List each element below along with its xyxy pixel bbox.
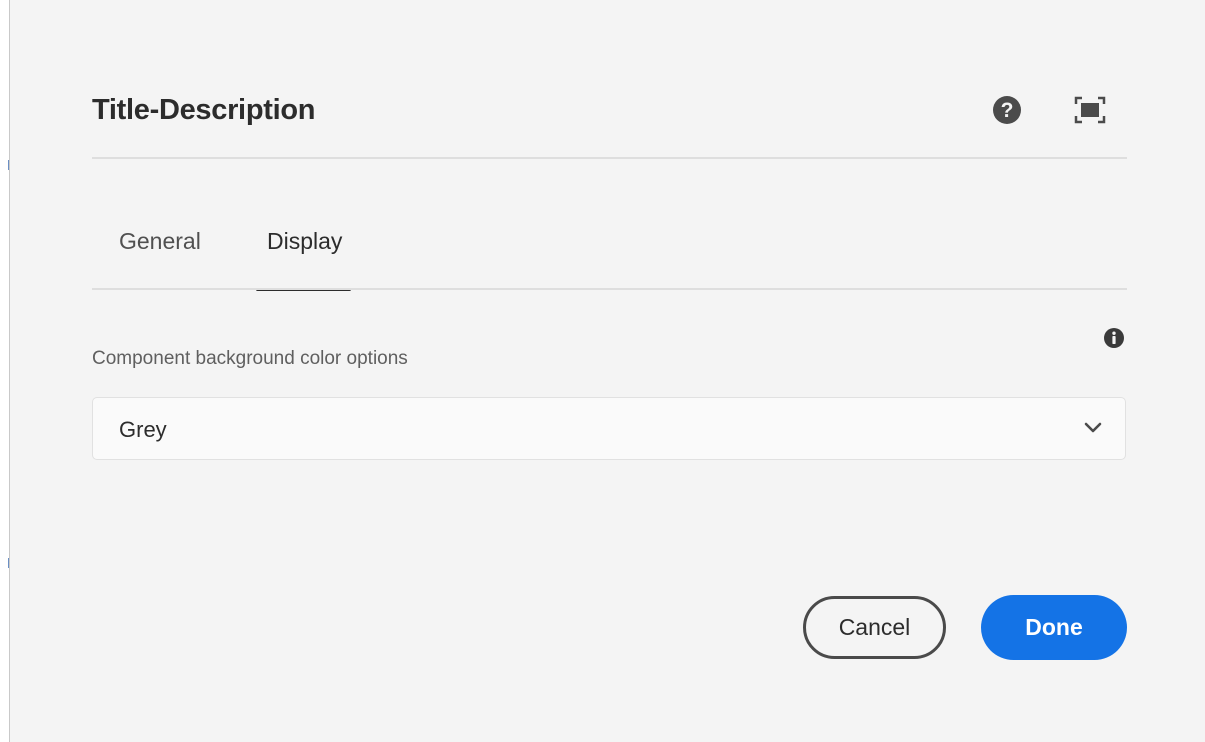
tabs-divider [92, 288, 1127, 290]
fullscreen-button[interactable] [1074, 95, 1106, 125]
info-button[interactable] [1103, 327, 1125, 349]
tab-general[interactable]: General [119, 228, 201, 255]
dialog-header: Title-Description ? [92, 80, 1127, 140]
background-color-label: Component background color options [92, 348, 408, 369]
chevron-down-icon [1084, 422, 1102, 433]
background-color-select[interactable]: Grey [92, 397, 1126, 460]
svg-text:?: ? [1001, 99, 1014, 122]
cancel-button[interactable]: Cancel [803, 596, 946, 659]
dialog: Title-Description ? General Display Comp… [9, 0, 1205, 742]
help-circle-icon: ? [993, 96, 1021, 124]
select-value: Grey [119, 417, 167, 442]
tab-display[interactable]: Display [267, 228, 342, 255]
help-button[interactable]: ? [992, 95, 1022, 125]
done-button[interactable]: Done [981, 595, 1127, 660]
dialog-title: Title-Description [92, 94, 316, 126]
fullscreen-icon [1074, 96, 1106, 124]
tab-list: General Display [92, 218, 1127, 292]
info-icon [1104, 328, 1124, 348]
header-divider [92, 157, 1127, 159]
